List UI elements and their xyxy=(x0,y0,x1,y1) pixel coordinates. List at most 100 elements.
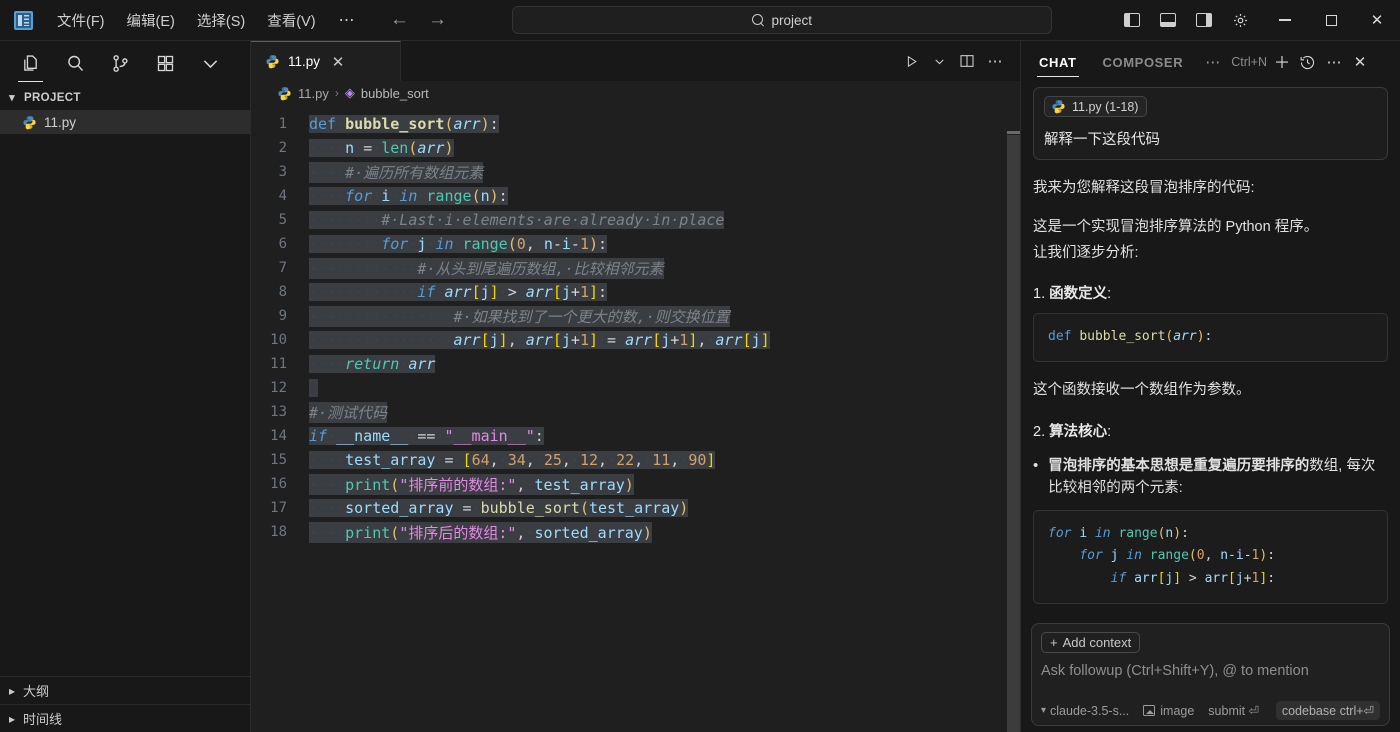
line-number: 7 xyxy=(251,260,309,276)
sidebar-section-timeline-label: 时间线 xyxy=(23,709,62,728)
sidebar-item-source-control[interactable] xyxy=(98,42,143,84)
chat-panel: CHAT COMPOSER ⋯ Ctrl+N ⋯ ✕ xyxy=(1020,41,1400,732)
code-line: 14if·__name__·==·"__main__": xyxy=(251,424,1020,448)
assistant-paragraph-1: 这是一个实现冒泡排序算法的 Python 程序。 xyxy=(1033,216,1388,238)
user-message-text: 解释一下这段代码 xyxy=(1044,128,1377,149)
navigation-controls: ← → xyxy=(390,9,448,31)
code-line: 3····#·遍历所有数组元素 xyxy=(251,160,1020,184)
code-editor[interactable]: 1def·bubble_sort(arr): 2····n·=·len(arr)… xyxy=(251,105,1020,732)
sidebar-item-extensions[interactable] xyxy=(143,42,188,84)
tab-composer[interactable]: COMPOSER xyxy=(1099,41,1188,83)
history-icon[interactable] xyxy=(1295,48,1321,76)
title-bar: 文件(F) 编辑(E) 选择(S) 查看(V) ⋯ ← → project xyxy=(0,0,1400,41)
line-number: 12 xyxy=(251,380,309,396)
step-2-title: 算法核心 xyxy=(1049,424,1107,440)
code-line: 9················#·如果找到了一个更大的数,·则交换位置 xyxy=(251,304,1020,328)
line-number: 17 xyxy=(251,500,309,516)
editor-scrollbar[interactable] xyxy=(1006,105,1020,732)
tab-chat[interactable]: CHAT xyxy=(1035,41,1081,83)
run-dropdown-chevron-down-icon[interactable] xyxy=(926,48,952,74)
workbench-body: ▾ PROJECT 11.py ▸ 大纲 ▸ 时间线 xyxy=(0,41,1400,732)
sidebar-spacer xyxy=(0,134,250,676)
search-icon xyxy=(752,14,765,27)
toggle-panel-icon[interactable] xyxy=(1152,5,1184,35)
search-value: project xyxy=(772,13,813,28)
breadcrumb-symbol[interactable]: bubble_sort xyxy=(361,86,429,101)
forward-arrow-icon[interactable]: → xyxy=(428,9,448,31)
attach-image-button[interactable]: image xyxy=(1143,704,1194,718)
menu-edit[interactable]: 编辑(E) xyxy=(116,6,186,35)
bullet-dot-icon: • xyxy=(1033,455,1038,500)
context-chip[interactable]: 11.py (1-18) xyxy=(1044,96,1147,117)
step-2-number: 2. xyxy=(1033,424,1049,440)
sidebar-item-explorer[interactable] xyxy=(8,42,53,84)
line-number: 10 xyxy=(251,332,309,348)
add-context-button[interactable]: + Add context xyxy=(1041,632,1140,653)
menu-selection[interactable]: 选择(S) xyxy=(186,6,256,35)
sidebar-section-outline[interactable]: ▸ 大纲 xyxy=(0,676,250,704)
submit-button[interactable]: submit ⏎ xyxy=(1208,703,1259,718)
window-close-button[interactable]: ✕ xyxy=(1354,0,1400,41)
window-maximize-button[interactable] xyxy=(1308,0,1354,41)
toggle-primary-sidebar-icon[interactable] xyxy=(1116,5,1148,35)
line-number: 13 xyxy=(251,404,309,420)
step-1-title: 函数定义 xyxy=(1049,286,1107,302)
python-file-icon xyxy=(22,115,37,130)
chat-more-tabs-button[interactable]: ⋯ xyxy=(1205,53,1221,71)
command-center-search[interactable]: project xyxy=(512,6,1052,34)
code-line: 1def·bubble_sort(arr): xyxy=(251,112,1020,136)
chevron-down-icon: ▾ xyxy=(1041,705,1046,716)
menu-view[interactable]: 查看(V) xyxy=(256,6,326,35)
app-logo xyxy=(0,11,46,30)
code-line: 13#·测试代码 xyxy=(251,400,1020,424)
plus-icon[interactable] xyxy=(1269,48,1295,76)
sidebar-item-more-views[interactable] xyxy=(188,42,233,84)
chat-close-icon[interactable]: ✕ xyxy=(1347,48,1373,76)
editor-tab-bar: 11.py ✕ ⋯ xyxy=(251,41,1020,81)
toggle-secondary-sidebar-icon[interactable] xyxy=(1188,5,1220,35)
sidebar-section-timeline[interactable]: ▸ 时间线 xyxy=(0,704,250,732)
python-file-icon xyxy=(277,86,292,101)
run-icon[interactable] xyxy=(898,48,924,74)
scrollbar-thumb[interactable] xyxy=(1007,135,1020,732)
menu-more-button[interactable]: ⋯ xyxy=(327,8,368,32)
code-line: 17····sorted_array·=·bubble_sort(test_ar… xyxy=(251,496,1020,520)
chevron-right-icon: ▸ xyxy=(4,683,20,699)
python-file-icon xyxy=(265,54,280,69)
chat-overflow-button[interactable]: ⋯ xyxy=(1321,48,1347,76)
line-number: 1 xyxy=(251,116,309,132)
model-selector[interactable]: ▾ claude-3.5-s... xyxy=(1041,704,1129,718)
breadcrumb: 11.py › ◈ bubble_sort xyxy=(251,81,1020,105)
editor-more-actions-button[interactable]: ⋯ xyxy=(982,48,1008,74)
codebase-shortcut: ctrl+⏎ xyxy=(1340,704,1374,718)
user-message: 11.py (1-18) 解释一下这段代码 xyxy=(1033,87,1388,160)
step-2-colon: : xyxy=(1107,424,1111,440)
tab-11py[interactable]: 11.py ✕ xyxy=(251,41,401,81)
chevron-down-icon: ▾ xyxy=(4,90,20,106)
codebase-button[interactable]: codebase ctrl+⏎ xyxy=(1276,701,1380,720)
layout-controls xyxy=(1116,5,1262,35)
app-window: 文件(F) 编辑(E) 选择(S) 查看(V) ⋯ ← → project xyxy=(0,0,1400,732)
line-number: 11 xyxy=(251,356,309,372)
line-number: 15 xyxy=(251,452,309,468)
code-line: 11····return·arr xyxy=(251,352,1020,376)
explorer-section-header[interactable]: ▾ PROJECT xyxy=(0,85,250,110)
menu-file[interactable]: 文件(F) xyxy=(46,6,116,35)
sidebar-item-search[interactable] xyxy=(53,42,98,84)
split-editor-icon[interactable] xyxy=(954,48,980,74)
chat-input-field[interactable]: Ask followup (Ctrl+Shift+Y), @ to mentio… xyxy=(1041,663,1380,679)
gear-icon[interactable] xyxy=(1224,5,1256,35)
code-line: 7············#·从头到尾遍历数组,·比较相邻元素 xyxy=(251,256,1020,280)
code-line: 10················arr[j],·arr[j+1]·=·arr… xyxy=(251,328,1020,352)
command-center-wrap: project xyxy=(448,6,1116,34)
window-minimize-button[interactable] xyxy=(1262,0,1308,41)
line-number: 5 xyxy=(251,212,309,228)
chat-input-box[interactable]: + Add context Ask followup (Ctrl+Shift+Y… xyxy=(1031,623,1390,726)
line-number: 4 xyxy=(251,188,309,204)
tab-close-icon[interactable]: ✕ xyxy=(328,52,348,72)
breadcrumb-file[interactable]: 11.py xyxy=(298,86,329,101)
line-number: 9 xyxy=(251,308,309,324)
file-item-11py[interactable]: 11.py xyxy=(0,110,250,134)
file-name: 11.py xyxy=(44,115,76,130)
back-arrow-icon[interactable]: ← xyxy=(390,9,410,31)
